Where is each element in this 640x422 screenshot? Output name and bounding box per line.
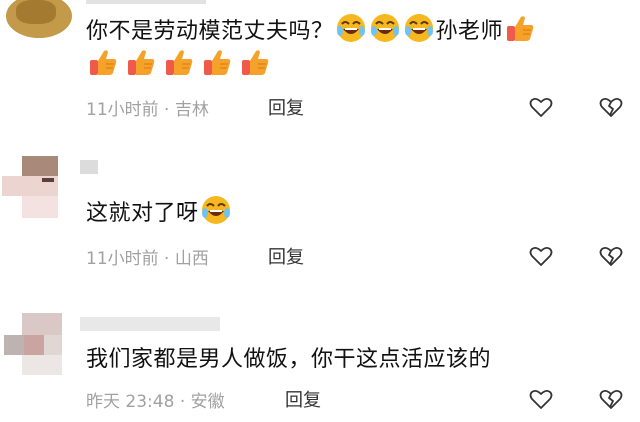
comment-text-part: 你不是劳动模范丈夫吗？ bbox=[86, 19, 334, 44]
comment-text-part: 孙老师 bbox=[435, 19, 504, 44]
blurred-username bbox=[86, 0, 206, 4]
comment-meta: 11小时前 · 吉林 bbox=[86, 95, 209, 120]
location: 吉林 bbox=[174, 100, 209, 120]
comment-1: 你不是劳动模范丈夫吗？ 孙老师 11小时前 · 吉林 回复 bbox=[0, 0, 640, 130]
comment-text: 这就对了呀 bbox=[86, 194, 233, 227]
emoji-row bbox=[86, 46, 276, 78]
blurred-username bbox=[80, 160, 98, 174]
reply-button[interactable]: 回复 bbox=[285, 386, 321, 412]
laugh-cry-emoji bbox=[200, 194, 232, 226]
thumbs-up-emoji bbox=[504, 12, 536, 44]
separator: · bbox=[164, 100, 170, 120]
like-heart-icon[interactable] bbox=[528, 243, 554, 269]
laugh-cry-emoji bbox=[369, 12, 401, 44]
dislike-broken-heart-icon[interactable] bbox=[598, 94, 624, 120]
thumbs-up-emoji bbox=[239, 46, 271, 78]
blurred-username bbox=[80, 317, 220, 331]
reply-button[interactable]: 回复 bbox=[268, 243, 304, 269]
reply-button[interactable]: 回复 bbox=[268, 94, 304, 120]
comment-text: 我们家都是男人做饭，你干这点活应该的 bbox=[86, 341, 491, 373]
separator: · bbox=[179, 392, 186, 412]
thumbs-up-emoji bbox=[163, 46, 195, 78]
laugh-cry-emoji bbox=[403, 12, 435, 44]
dislike-broken-heart-icon[interactable] bbox=[598, 243, 624, 269]
location: 安徽 bbox=[190, 392, 225, 412]
comment-meta: 11小时前 · 山西 bbox=[86, 244, 209, 269]
comment-text: 你不是劳动模范丈夫吗？ 孙老师 bbox=[86, 12, 537, 45]
dislike-broken-heart-icon[interactable] bbox=[598, 386, 624, 412]
comment-text-part: 我们家都是男人做饭，你干这点活应该的 bbox=[86, 347, 492, 372]
location: 山西 bbox=[174, 249, 209, 269]
avatar[interactable] bbox=[4, 313, 66, 375]
comment-2: 这就对了呀 11小时前 · 山西 回复 bbox=[0, 150, 640, 275]
like-heart-icon[interactable] bbox=[528, 386, 554, 412]
timestamp: 昨天 23:48 bbox=[86, 392, 175, 412]
avatar[interactable] bbox=[2, 156, 64, 218]
thumbs-up-emoji bbox=[87, 46, 119, 78]
avatar[interactable] bbox=[6, 0, 72, 38]
comment-meta: 昨天 23:48 · 安徽 bbox=[86, 387, 225, 412]
like-heart-icon[interactable] bbox=[528, 94, 554, 120]
separator: · bbox=[164, 249, 170, 269]
timestamp: 11小时前 bbox=[86, 100, 159, 120]
comment-3: 我们家都是男人做饭，你干这点活应该的 昨天 23:48 · 安徽 回复 bbox=[0, 305, 640, 422]
timestamp: 11小时前 bbox=[86, 249, 159, 269]
thumbs-up-emoji bbox=[125, 46, 157, 78]
laugh-cry-emoji bbox=[335, 12, 367, 44]
thumbs-up-emoji bbox=[201, 46, 233, 78]
comment-text-part: 这就对了呀 bbox=[86, 201, 199, 226]
